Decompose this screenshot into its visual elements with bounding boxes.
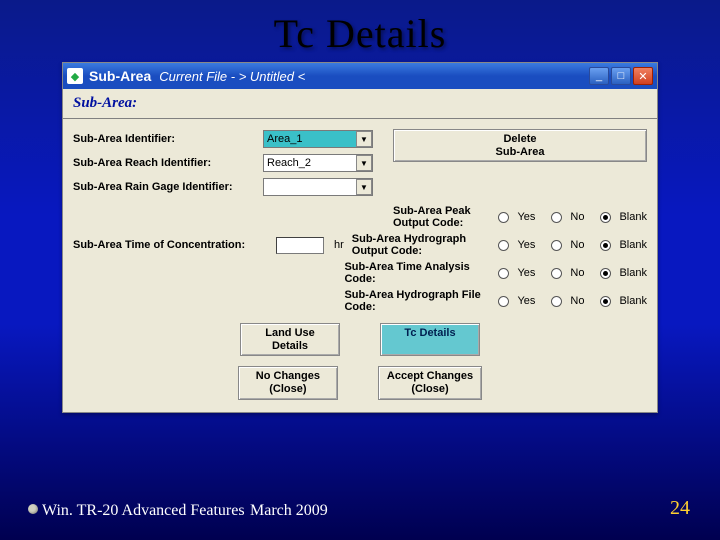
land-use-details-button[interactable]: Land Use Details <box>240 323 340 356</box>
footer-date: March 2009 <box>250 502 328 520</box>
time-analysis-label: Sub-Area Time Analysis Code: <box>344 261 484 285</box>
peak-output-radios: Yes No Blank <box>488 211 647 223</box>
subarea-id-value: Area_1 <box>267 133 302 145</box>
titlebar: ◆ Sub-Area Current File - > Untitled < _… <box>63 63 657 89</box>
hydro-output-label: Sub-Area Hydrograph Output Code: <box>352 233 485 257</box>
close-button[interactable]: ✕ <box>633 67 653 85</box>
hydro-blank-radio[interactable] <box>600 240 611 251</box>
hydro-no-radio[interactable] <box>551 240 562 251</box>
subarea-id-dropdown[interactable]: Area_1 ▼ <box>263 130 373 148</box>
slide-bullet-icon <box>28 504 38 514</box>
title-app-name: Sub-Area <box>89 68 151 84</box>
time-yes-radio[interactable] <box>498 268 509 279</box>
page-number: 24 <box>670 497 690 520</box>
chevron-down-icon[interactable]: ▼ <box>356 179 372 195</box>
peak-no-radio[interactable] <box>551 212 562 223</box>
slide-title: Tc Details <box>0 0 720 63</box>
reach-id-label: Sub-Area Reach Identifier: <box>73 157 263 169</box>
hydro-file-radios: Yes No Blank <box>488 295 647 307</box>
time-analysis-radios: Yes No Blank <box>488 267 647 279</box>
gage-id-label: Sub-Area Rain Gage Identifier: <box>73 181 263 193</box>
no-changes-button[interactable]: No Changes (Close) <box>238 366 338 399</box>
reach-id-value: Reach_2 <box>267 157 311 169</box>
minimize-button[interactable]: _ <box>589 67 609 85</box>
file-yes-radio[interactable] <box>498 296 509 307</box>
chevron-down-icon[interactable]: ▼ <box>356 131 372 147</box>
hydro-file-label: Sub-Area Hydrograph File Code: <box>344 289 484 313</box>
subarea-id-label: Sub-Area Identifier: <box>73 133 263 145</box>
time-no-radio[interactable] <box>551 268 562 279</box>
peak-yes-radio[interactable] <box>498 212 509 223</box>
gage-id-dropdown[interactable]: ▼ <box>263 178 373 196</box>
title-file-name: Current File - > Untitled < <box>159 69 305 84</box>
hydro-yes-radio[interactable] <box>498 240 509 251</box>
time-blank-radio[interactable] <box>600 268 611 279</box>
tc-details-button[interactable]: Tc Details <box>380 323 480 356</box>
hydro-output-radios: Yes No Blank <box>488 239 647 251</box>
peak-output-label: Sub-Area Peak Output Code: <box>393 205 484 229</box>
subarea-window: ◆ Sub-Area Current File - > Untitled < _… <box>62 62 658 413</box>
tc-unit: hr <box>334 239 344 251</box>
tc-label: Sub-Area Time of Concentration: <box>73 239 272 251</box>
file-blank-radio[interactable] <box>600 296 611 307</box>
maximize-button[interactable]: □ <box>611 67 631 85</box>
reach-id-dropdown[interactable]: Reach_2 ▼ <box>263 154 373 172</box>
chevron-down-icon[interactable]: ▼ <box>356 155 372 171</box>
delete-subarea-button[interactable]: Delete Sub-Area <box>393 129 647 162</box>
app-icon: ◆ <box>67 68 83 84</box>
footer-left: Win. TR-20 Advanced Features <box>42 502 245 520</box>
peak-blank-radio[interactable] <box>600 212 611 223</box>
accept-changes-button[interactable]: Accept Changes (Close) <box>378 366 482 399</box>
file-no-radio[interactable] <box>551 296 562 307</box>
section-header: Sub-Area: <box>63 89 657 119</box>
tc-input[interactable] <box>276 237 324 254</box>
